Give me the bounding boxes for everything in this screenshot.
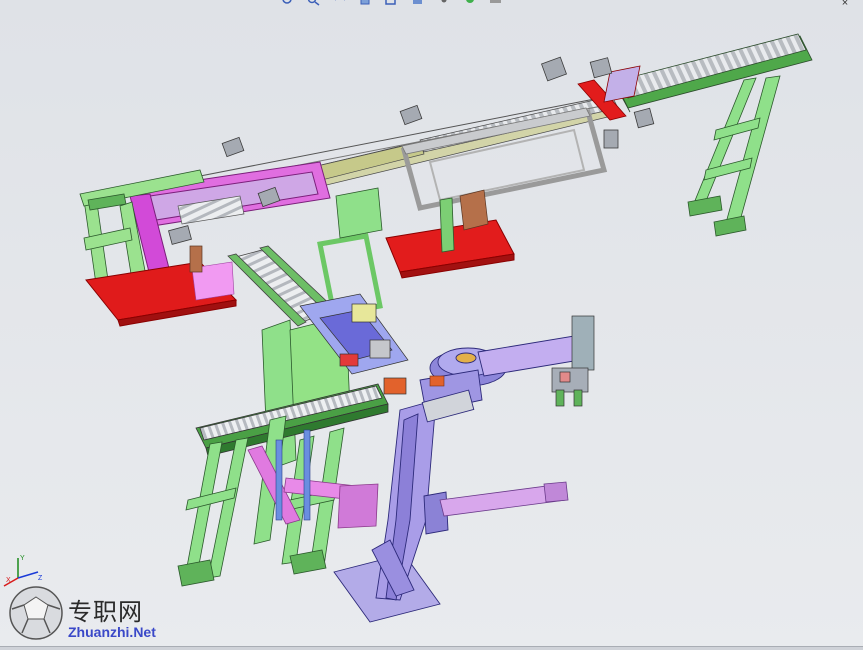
right-support-legs bbox=[687, 75, 781, 237]
orange-motor-block bbox=[429, 375, 445, 387]
cad-viewport[interactable]: × Y Z X 专职网 Zhuanzhi.Net bbox=[0, 0, 863, 650]
z-axis-icon bbox=[17, 571, 39, 579]
triad-z-label: Z bbox=[38, 575, 43, 582]
upper-right-conveyor bbox=[615, 33, 813, 113]
center-lift-post bbox=[439, 197, 455, 253]
watermark-latin-text: Zhuanzhi.Net bbox=[68, 624, 156, 640]
assembly-model-render[interactable] bbox=[0, 0, 863, 650]
triad-y-label: Y bbox=[20, 555, 25, 562]
watermark-chinese-text: 专职网 bbox=[68, 598, 143, 626]
viewport-bottom-edge bbox=[0, 646, 863, 650]
robot-horizontal-beam bbox=[439, 481, 569, 517]
